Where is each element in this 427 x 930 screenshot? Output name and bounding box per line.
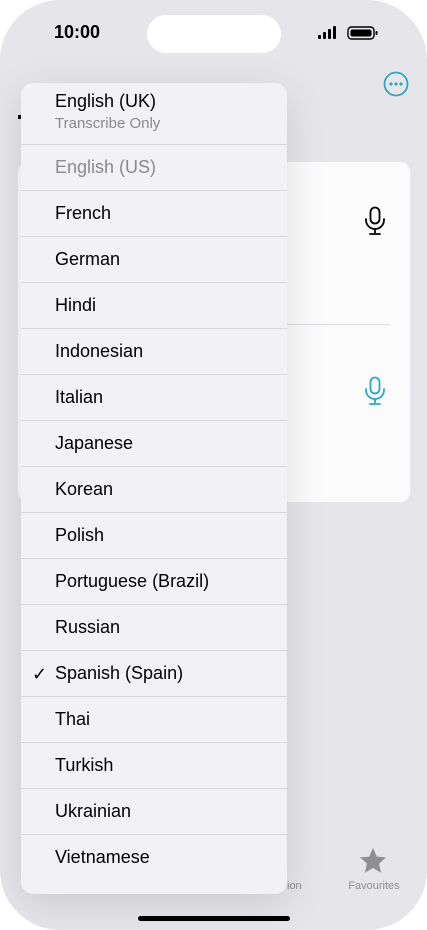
checkmark-icon: ✓ [32,664,48,684]
menu-item-spanish-spain[interactable]: ✓ Spanish (Spain) [21,651,287,697]
tab-translation-label[interactable]: ion [287,880,302,892]
dynamic-island [147,15,281,53]
menu-item-thai[interactable]: Thai [21,697,287,743]
menu-item-label: Portuguese (Brazil) [55,571,210,591]
menu-item-korean[interactable]: Korean [21,467,287,513]
signal-bar-2 [323,32,326,39]
signal-bar-4 [333,26,336,39]
menu-item-portuguese-brazil[interactable]: Portuguese (Brazil) [21,559,287,605]
menu-item-label: Indonesian [55,341,144,361]
menu-item-indonesian[interactable]: Indonesian [21,329,287,375]
status-icons [318,26,378,40]
menu-item-subtitle: Transcribe Only [55,115,161,132]
status-time: 10:00 [54,22,101,42]
menu-item-label: German [55,249,121,269]
menu-item-label: Russian [55,617,121,637]
ellipsis-circle-icon[interactable] [383,71,409,97]
menu-item-japanese[interactable]: Japanese [21,421,287,467]
menu-item-label: Turkish [55,755,114,775]
battery-cap [375,31,378,35]
signal-bar-3 [328,29,331,39]
language-menu: English (UK) Transcribe Only English (US… [21,83,287,894]
star-icon[interactable] [358,846,388,876]
menu-item-vietnamese[interactable]: Vietnamese [21,835,287,881]
menu-item-polish[interactable]: Polish [21,513,287,559]
menu-item-label: Korean [55,479,114,499]
signal-bar-1 [318,35,321,39]
microphone-icon[interactable] [363,206,387,236]
battery-fill [350,29,372,37]
menu-item-english-uk[interactable]: English (UK) Transcribe Only [21,83,287,145]
menu-item-label: Spanish (Spain) [55,663,184,683]
menu-item-german[interactable]: German [21,237,287,283]
menu-item-english-us: English (US) [21,145,287,191]
menu-item-label: Polish [55,525,105,545]
menu-item-russian[interactable]: Russian [21,605,287,651]
menu-item-label: Thai [55,709,91,729]
menu-item-italian[interactable]: Italian [21,375,287,421]
menu-item-ukrainian[interactable]: Ukrainian [21,789,287,835]
menu-item-label: Italian [55,387,104,407]
menu-item-turkish[interactable]: Turkish [21,743,287,789]
microphone-icon[interactable] [363,376,387,406]
menu-item-label: French [55,203,112,223]
menu-item-label: Vietnamese [55,847,150,867]
menu-item-french[interactable]: French [21,191,287,237]
menu-item-hindi[interactable]: Hindi [21,283,287,329]
card-divider [285,324,390,325]
tab-favourites-label[interactable]: Favourites [340,880,408,892]
menu-item-label: Hindi [55,295,97,315]
menu-item-label: Japanese [55,433,134,453]
menu-item-label: English (US) [55,157,157,177]
phone-screen: 10:00 ion Favourites English (UK) Transc… [0,0,427,930]
menu-item-label: Ukrainian [55,801,132,821]
menu-item-label: English (UK) [55,91,157,111]
home-indicator [138,916,290,921]
